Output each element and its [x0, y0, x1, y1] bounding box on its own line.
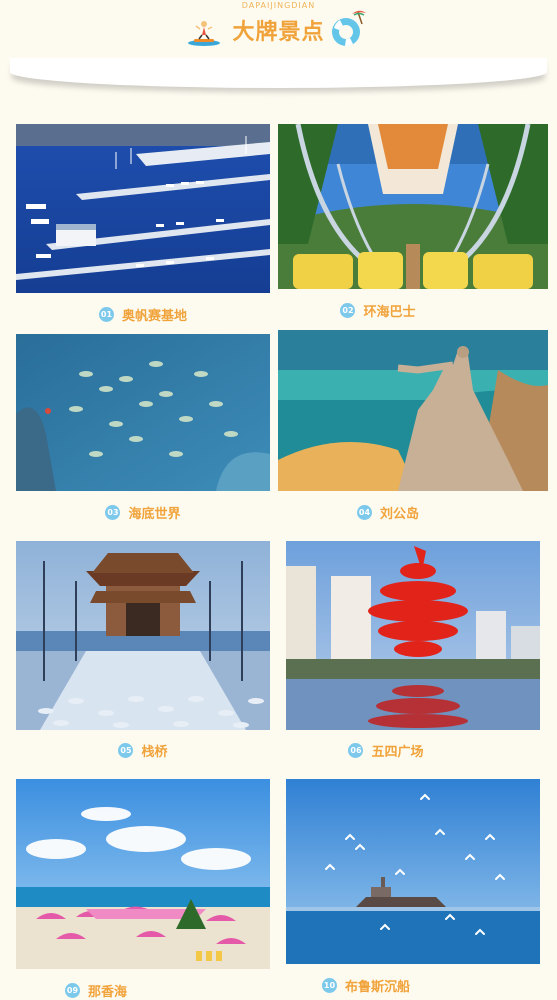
spot-card[interactable]: 01 奥帆赛基地	[16, 124, 270, 324]
spot-number-badge: 04	[356, 504, 372, 520]
spot-name: 海底世界	[128, 506, 181, 522]
pier-pavilion-photo	[16, 541, 270, 730]
spot-card[interactable]: 09 那香海	[16, 779, 270, 1000]
section-subtitle: DAPAIJINGDIAN	[241, 1, 316, 10]
spot-label: 10 布鲁斯沉船	[286, 975, 446, 995]
beach-umbrellas-photo	[16, 779, 270, 969]
spot-name: 五四广场	[371, 744, 424, 760]
spot-name: 布鲁斯沉船	[344, 979, 410, 995]
spot-name: 奥帆赛基地	[121, 308, 187, 324]
spot-name: 那香海	[87, 984, 127, 1000]
spot-name: 刘公岛	[379, 506, 419, 522]
marina-photo	[16, 124, 270, 293]
sightseeing-bus-photo	[278, 124, 548, 289]
spot-number-badge: 05	[118, 742, 134, 758]
spot-label: 04 刘公岛	[278, 502, 498, 522]
spot-number-badge: 03	[105, 504, 121, 520]
may-fourth-sculpture-photo	[286, 541, 540, 730]
section-title: 大牌景点	[232, 20, 325, 45]
swim-ring-icon	[332, 10, 366, 47]
header-banner	[10, 58, 547, 88]
spot-name: 环海巴士	[363, 304, 416, 320]
spot-number-badge: 09	[64, 982, 80, 998]
shipwreck-seagulls-photo	[286, 779, 540, 964]
spot-number-badge: 01	[98, 306, 114, 322]
spot-card[interactable]: 03 海底世界	[16, 334, 270, 524]
spot-label: 05 栈桥	[16, 740, 270, 760]
spot-card[interactable]: 04 刘公岛	[278, 330, 548, 524]
aquarium-fish-photo	[16, 334, 270, 491]
spot-label: 03 海底世界	[16, 502, 270, 522]
spot-card[interactable]: 05 栈桥	[16, 541, 270, 761]
spot-label: 01 奥帆赛基地	[16, 304, 270, 324]
spot-name: 栈桥	[141, 744, 168, 760]
spot-card[interactable]: 02 环海巴士	[278, 124, 548, 324]
statue-coast-photo	[278, 330, 548, 491]
spot-card[interactable]: 10 布鲁斯沉船	[286, 779, 540, 998]
spot-number-badge: 06	[348, 742, 364, 758]
spot-label: 09 那香海	[16, 980, 176, 1000]
spot-card[interactable]: 06 五四广场	[286, 541, 540, 761]
spot-number-badge: 10	[321, 977, 337, 993]
spot-label: 06 五四广场	[286, 740, 486, 760]
spot-label: 02 环海巴士	[278, 300, 478, 320]
spot-number-badge: 02	[340, 302, 356, 318]
section-header: DAPAIJINGDIAN 大牌景点	[0, 0, 557, 58]
